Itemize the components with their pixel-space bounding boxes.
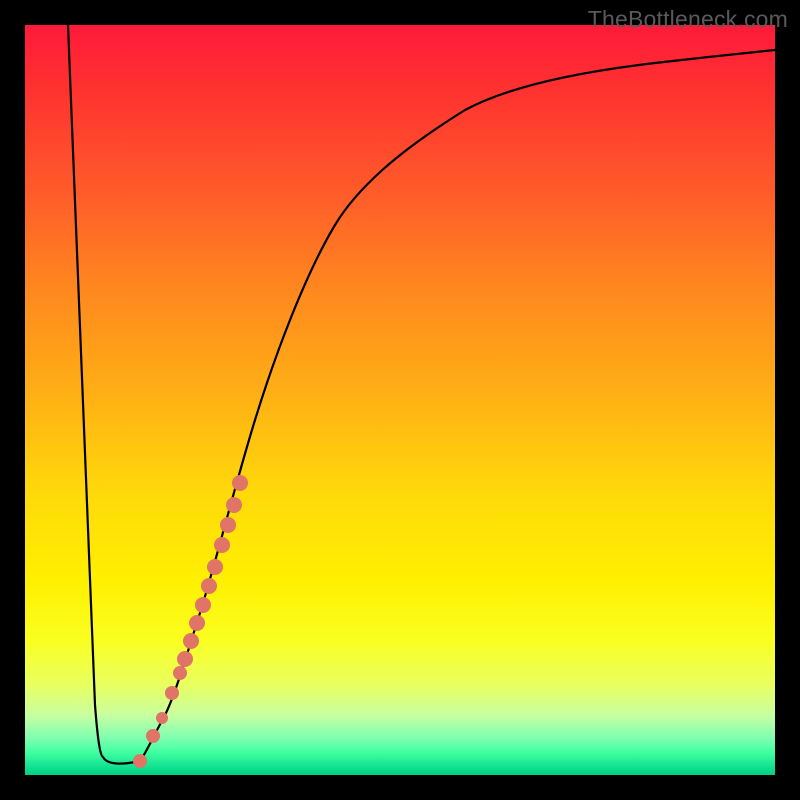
marker-dot bbox=[207, 559, 223, 575]
marker-dot bbox=[165, 686, 179, 700]
marker-dot bbox=[156, 712, 168, 724]
marker-dot bbox=[133, 754, 147, 768]
marker-dot bbox=[146, 729, 160, 743]
marker-dot bbox=[183, 633, 199, 649]
marker-dot bbox=[201, 578, 217, 594]
marker-dot bbox=[226, 497, 242, 513]
marker-dot bbox=[214, 537, 230, 553]
watermark-text: TheBottleneck.com bbox=[588, 6, 788, 33]
bottleneck-curve bbox=[68, 25, 775, 764]
chart-container: TheBottleneck.com bbox=[0, 0, 800, 800]
marker-group bbox=[133, 475, 248, 768]
marker-dot bbox=[189, 615, 205, 631]
marker-dot bbox=[173, 666, 187, 680]
chart-svg bbox=[25, 25, 775, 775]
marker-dot bbox=[220, 517, 236, 533]
marker-dot bbox=[232, 475, 248, 491]
marker-dot bbox=[177, 651, 193, 667]
plot-area bbox=[25, 25, 775, 775]
marker-dot bbox=[195, 597, 211, 613]
